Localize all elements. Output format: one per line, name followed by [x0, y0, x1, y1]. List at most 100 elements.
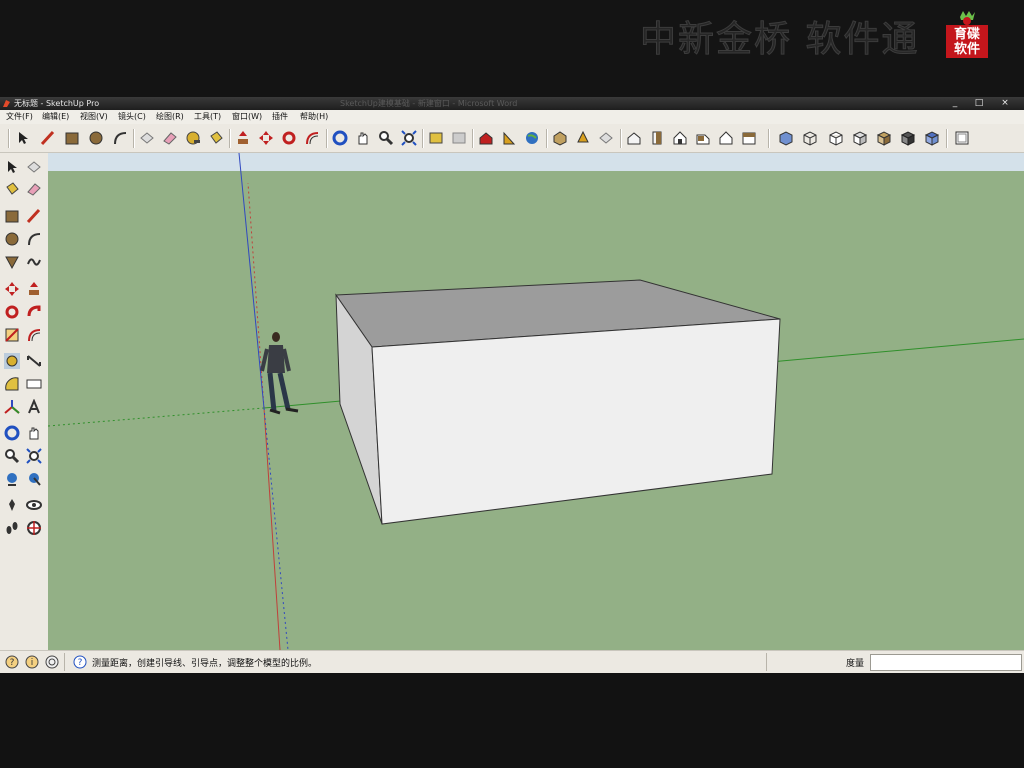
rotate-icon[interactable]: [279, 128, 299, 148]
menu-camera[interactable]: 镜头(C): [118, 110, 146, 124]
tape-measure-icon[interactable]: [2, 351, 22, 371]
position-camera-icon[interactable]: [2, 495, 22, 515]
shaded-texture-icon[interactable]: [874, 128, 894, 148]
circle-icon[interactable]: [2, 229, 22, 249]
previous-icon[interactable]: [24, 469, 44, 489]
maximize-button[interactable]: □: [970, 97, 988, 110]
shaded-xray-icon[interactable]: [922, 128, 942, 148]
next-view-icon[interactable]: [449, 128, 469, 148]
menu-view[interactable]: 视图(V): [80, 110, 108, 124]
menu-edit[interactable]: 编辑(E): [42, 110, 69, 124]
monochrome-icon[interactable]: [898, 128, 918, 148]
push-pull-icon[interactable]: [24, 279, 44, 299]
login-icon[interactable]: [42, 652, 62, 672]
window-title: 无标题 - SketchUp Pro: [14, 99, 100, 108]
rotate-icon[interactable]: [2, 302, 22, 322]
top-view-icon[interactable]: [647, 128, 667, 148]
make-component-icon[interactable]: [24, 157, 44, 177]
credits-icon[interactable]: i: [22, 652, 42, 672]
walk-icon[interactable]: [2, 518, 22, 538]
model-viewport[interactable]: [48, 153, 1024, 650]
menu-window[interactable]: 窗口(W): [232, 110, 262, 124]
line-icon[interactable]: [38, 128, 58, 148]
zoom-extents-icon[interactable]: [2, 469, 22, 489]
pan-icon[interactable]: [24, 423, 44, 443]
offset-icon[interactable]: [302, 128, 322, 148]
menu-bar: 文件(F) 编辑(E) 视图(V) 镜头(C) 绘图(R) 工具(T) 窗口(W…: [0, 110, 1024, 124]
zoom-extents-icon[interactable]: [399, 128, 419, 148]
protractor-icon[interactable]: [2, 374, 22, 394]
make-component-icon[interactable]: [137, 128, 157, 148]
materials-icon[interactable]: [573, 128, 593, 148]
eraser-icon[interactable]: [24, 179, 44, 199]
xray-icon[interactable]: [776, 128, 796, 148]
hidden-line-icon[interactable]: [826, 128, 846, 148]
orbit-icon[interactable]: [2, 423, 22, 443]
scene-canvas[interactable]: [48, 153, 1024, 650]
line-icon[interactable]: [24, 206, 44, 226]
iso-view-icon[interactable]: [624, 128, 644, 148]
pan-icon[interactable]: [353, 128, 373, 148]
section-plane-icon[interactable]: [952, 128, 972, 148]
arc-icon[interactable]: [110, 128, 130, 148]
shaded-icon[interactable]: [850, 128, 870, 148]
text-icon[interactable]: [24, 374, 44, 394]
circle-icon[interactable]: [86, 128, 106, 148]
zoom-icon[interactable]: [376, 128, 396, 148]
menu-help[interactable]: 帮助(H): [300, 110, 328, 124]
push-pull-icon[interactable]: [233, 128, 253, 148]
polygon-icon[interactable]: [2, 252, 22, 272]
left-view-icon[interactable]: [739, 128, 759, 148]
back-view-icon[interactable]: [716, 128, 736, 148]
arc-icon[interactable]: [24, 229, 44, 249]
geo-location-icon[interactable]: ?: [2, 652, 22, 672]
get-models-icon[interactable]: [476, 128, 496, 148]
select-icon[interactable]: [13, 128, 33, 148]
offset-icon[interactable]: [24, 325, 44, 345]
zoom-icon[interactable]: [2, 446, 22, 466]
right-view-icon[interactable]: [693, 128, 713, 148]
menu-plugins[interactable]: 插件: [272, 110, 288, 124]
help-icon[interactable]: ?: [70, 652, 90, 672]
toolbar-separator: [620, 129, 622, 148]
title-bar[interactable]: 无标题 - SketchUp Pro SketchUp建模基础 - 新建窗口 -…: [0, 97, 1024, 110]
orbit-icon[interactable]: [330, 128, 350, 148]
look-around-icon[interactable]: [24, 495, 44, 515]
toolbar-separator: [133, 129, 135, 148]
toolbar-grip: [8, 129, 10, 148]
wireframe-icon[interactable]: [800, 128, 820, 148]
background-window-title: SketchUp建模基础 - 新建窗口 - Microsoft Word: [340, 99, 518, 108]
share-model-icon[interactable]: [499, 128, 519, 148]
google-earth-icon[interactable]: [522, 128, 542, 148]
logo: 育碟 软件: [946, 11, 988, 59]
zoom-window-icon[interactable]: [24, 446, 44, 466]
follow-me-icon[interactable]: [24, 302, 44, 322]
front-view-icon[interactable]: [670, 128, 690, 148]
close-button[interactable]: ×: [996, 97, 1014, 110]
freehand-icon[interactable]: [24, 252, 44, 272]
styles-icon[interactable]: [596, 128, 616, 148]
rectangle-icon[interactable]: [62, 128, 82, 148]
menu-draw[interactable]: 绘图(R): [156, 110, 184, 124]
eraser-icon[interactable]: [160, 128, 180, 148]
dimension-icon[interactable]: [24, 351, 44, 371]
svg-text:i: i: [31, 658, 34, 668]
sketchup-app-icon: [3, 100, 10, 107]
3d-text-icon[interactable]: [24, 397, 44, 417]
menu-tools[interactable]: 工具(T): [194, 110, 221, 124]
measurements-input[interactable]: [870, 654, 1022, 671]
axes-icon[interactable]: [2, 397, 22, 417]
section-plane-icon[interactable]: [24, 518, 44, 538]
paint-bucket-icon[interactable]: [206, 128, 226, 148]
move-icon[interactable]: [256, 128, 276, 148]
paint-bucket-icon[interactable]: [2, 179, 22, 199]
scale-icon[interactable]: [2, 325, 22, 345]
component-icon[interactable]: [550, 128, 570, 148]
previous-view-icon[interactable]: [426, 128, 446, 148]
minimize-button[interactable]: _: [946, 97, 964, 110]
rectangle-icon[interactable]: [2, 206, 22, 226]
move-icon[interactable]: [2, 279, 22, 299]
select-icon[interactable]: [2, 157, 22, 177]
tape-measure-icon[interactable]: [183, 128, 203, 148]
menu-file[interactable]: 文件(F): [6, 110, 33, 124]
